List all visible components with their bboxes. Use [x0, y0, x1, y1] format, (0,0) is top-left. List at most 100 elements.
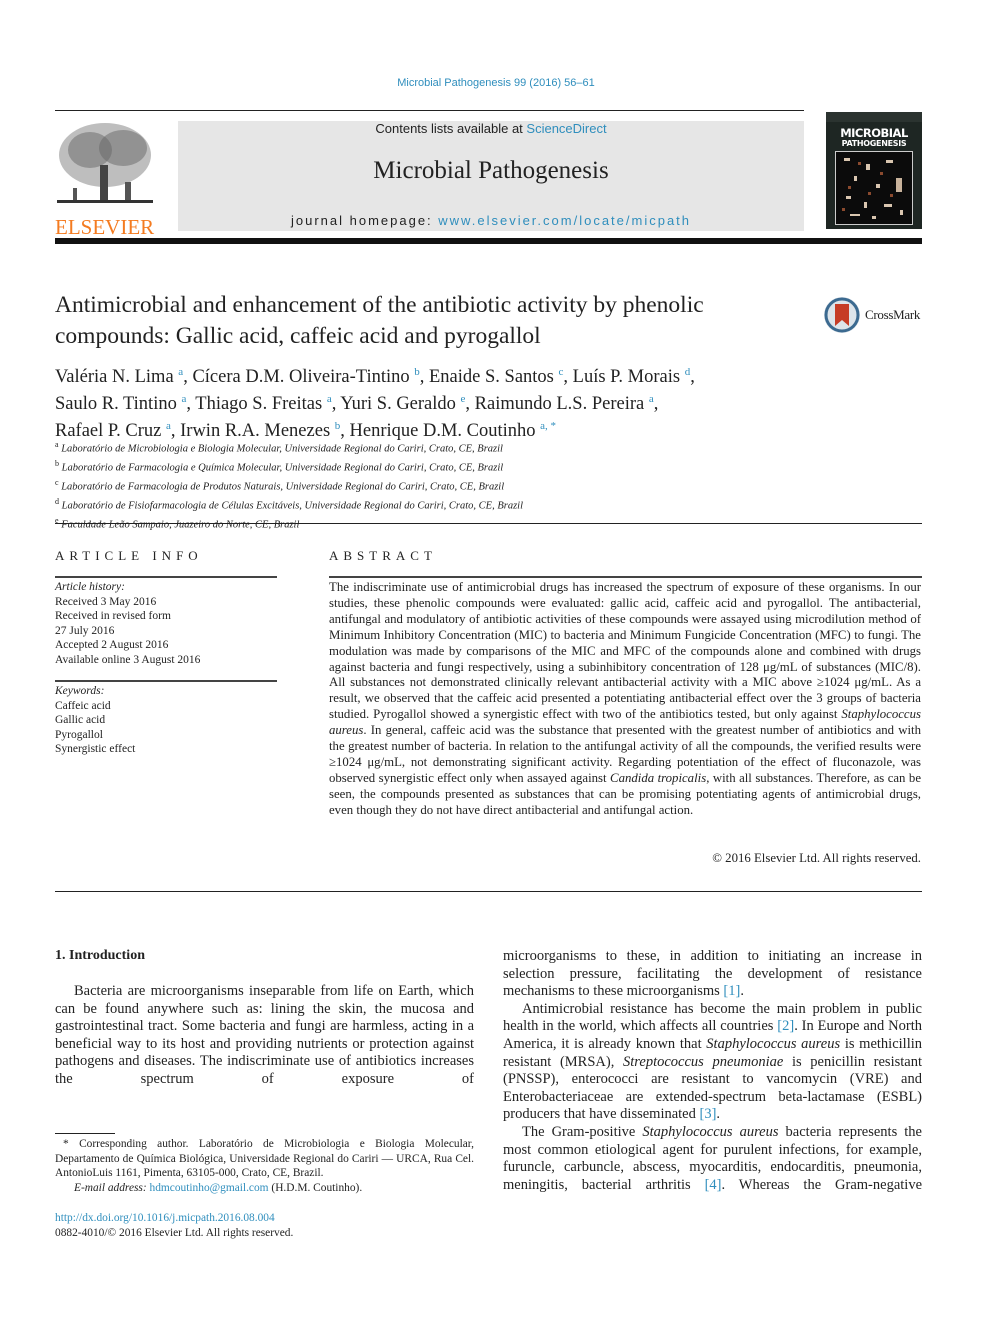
author-name[interactable]: Saulo R. Tintino — [55, 394, 177, 414]
author-line: Saulo R. Tintino a, Thiago S. Freitas a,… — [55, 388, 855, 415]
history-item: 27 July 2016 — [55, 624, 115, 637]
cover-top-band — [826, 112, 922, 122]
homepage-prefix: journal homepage: — [290, 213, 439, 228]
species-name: Staphylococcus aureus — [642, 1123, 779, 1140]
contents-availability: Contents lists available at ScienceDirec… — [178, 121, 804, 136]
divider — [55, 891, 922, 892]
issn-copyright: 0882-4010/© 2016 Elsevier Ltd. All right… — [55, 1227, 294, 1239]
affiliation-text: Laboratório de Fisiofarmacologia de Célu… — [61, 500, 524, 512]
email-label: E-mail address: — [74, 1181, 147, 1194]
copyright-notice: © 2016 Elsevier Ltd. All rights reserved… — [712, 851, 921, 865]
affiliation-text: Laboratório de Microbiologia e Biologia … — [61, 443, 503, 455]
abstract-heading: ABSTRACT — [329, 548, 437, 563]
elsevier-wordmark: ELSEVIER — [55, 215, 155, 239]
affiliation-key: d — [55, 497, 59, 506]
author-name[interactable]: Luís P. Morais — [573, 367, 680, 387]
affiliation-text: Laboratório de Farmacologia de Produtos … — [61, 481, 505, 493]
doi-link[interactable]: http://dx.doi.org/10.1016/j.micpath.2016… — [55, 1212, 275, 1224]
author-line: Valéria N. Lima a, Cícera D.M. Oliveira-… — [55, 361, 855, 388]
species-name: Streptococcus pneumoniae — [623, 1053, 784, 1070]
separator: , — [331, 394, 341, 415]
affiliation-key: b — [55, 459, 59, 468]
sciencedirect-link[interactable]: ScienceDirect — [526, 121, 606, 136]
history-item: Received in revised form — [55, 610, 171, 622]
body-column-right: microorganisms to these, in addition to … — [503, 948, 922, 1194]
cover-micrograph-image — [835, 151, 913, 225]
section-heading-introduction: 1. Introduction — [55, 948, 145, 963]
cover-title-2: PATHOGENESIS — [841, 139, 907, 148]
elsevier-tree-icon — [55, 120, 155, 210]
journal-homepage-link[interactable]: www.elsevier.com/locate/micpath — [438, 213, 691, 228]
author-name[interactable]: Thiago S. Freitas — [195, 394, 322, 414]
title-line: compounds: Gallic acid, caffeic acid and… — [55, 323, 541, 349]
text-segment: The Gram-positive — [522, 1123, 643, 1140]
email-line: E-mail address: hdmcoutinho@gmail.com (H… — [55, 1181, 474, 1196]
affiliation-text: Laboratório de Farmacologia e Química Mo… — [61, 462, 504, 474]
affiliation-marker[interactable]: a, * — [540, 420, 556, 432]
separator: , — [465, 394, 475, 415]
journal-reference-link[interactable]: Microbial Pathogenesis 99 (2016) 56–61 — [0, 77, 992, 89]
separator: , — [653, 394, 659, 415]
history-item: Accepted 2 August 2016 — [55, 639, 169, 651]
separator: , — [563, 367, 573, 388]
article-history: Article history: Received 3 May 2016 Rec… — [55, 580, 200, 667]
contents-prefix: Contents lists available at — [375, 121, 527, 136]
paragraph: The Gram-positive Staphylococcus aureus … — [503, 1124, 922, 1194]
elsevier-logo[interactable]: ELSEVIER — [55, 120, 155, 238]
crossmark-label: CrossMark — [865, 307, 921, 322]
abstract-text: The indiscriminate use of antimicrobial … — [329, 580, 921, 819]
divider — [55, 110, 804, 111]
paragraph: Bacteria are microorganisms inseparable … — [55, 983, 474, 1087]
article-info-heading: ARTICLE INFO — [55, 548, 203, 563]
keyword: Pyrogallol — [55, 728, 103, 741]
abstract-segment: The indiscriminate use of antimicrobial … — [329, 580, 921, 722]
separator: , — [186, 394, 196, 415]
keyword: Gallic acid — [55, 714, 106, 726]
keyword: Synergistic effect — [55, 743, 136, 755]
history-item: Available online 3 August 2016 — [55, 653, 201, 666]
citation-link[interactable]: [1] — [723, 983, 740, 999]
separator: , — [419, 367, 429, 388]
affiliation-text: Faculdade Leão Sampaio, Juazeiro do Nort… — [61, 519, 300, 531]
body-column-left: Bacteria are microorganisms inseparable … — [55, 983, 474, 1089]
footnote-divider — [55, 1133, 115, 1134]
text-segment: microorganisms to these, in addition to … — [503, 948, 922, 1000]
corresponding-author-footnote: * Corresponding author. Laboratório de M… — [55, 1137, 474, 1195]
affiliation-item: d Laboratório de Fisiofarmacologia de Cé… — [55, 495, 755, 514]
article-title: Antimicrobial and enhancement of the ant… — [55, 290, 815, 352]
affiliation-item: c Laboratório de Farmacologia de Produto… — [55, 476, 755, 495]
journal-header-box: Contents lists available at ScienceDirec… — [178, 121, 804, 231]
author-name[interactable]: Enaide S. Santos — [429, 367, 554, 387]
author-name[interactable]: Raimundo L.S. Pereira — [475, 394, 645, 414]
keywords-label: Keywords: — [55, 685, 105, 697]
divider — [55, 576, 277, 578]
citation-link[interactable]: [2] — [777, 1018, 794, 1034]
keyword: Caffeic acid — [55, 699, 111, 712]
journal-homepage: journal homepage: www.elsevier.com/locat… — [178, 213, 804, 228]
footnote-text: * Corresponding author. Laboratório de M… — [55, 1138, 474, 1179]
text-segment: . Whereas the Gram-negative — [721, 1176, 922, 1193]
citation-link[interactable]: [4] — [705, 1177, 722, 1193]
author-name[interactable]: Yuri S. Geraldo — [340, 394, 456, 414]
history-item: Received 3 May 2016 — [55, 595, 157, 608]
author-name[interactable]: Valéria N. Lima — [55, 367, 174, 387]
species-name: Candida tropicalis — [610, 770, 707, 785]
citation-link[interactable]: [3] — [700, 1106, 717, 1122]
affiliation-list: a Laboratório de Microbiologia e Biologi… — [55, 438, 755, 533]
email-link[interactable]: hdmcoutinho@gmail.com — [150, 1182, 269, 1194]
journal-cover-thumbnail[interactable]: MICROBIAL PATHOGENESIS — [826, 112, 922, 229]
affiliation-key: a — [55, 440, 59, 449]
keywords: Keywords: Caffeic acid Gallic acid Pyrog… — [55, 684, 135, 757]
history-label: Article history: — [55, 581, 125, 593]
author-list: Valéria N. Lima a, Cícera D.M. Oliveira-… — [55, 361, 855, 442]
divider — [329, 576, 922, 578]
affiliation-key: c — [55, 478, 59, 487]
crossmark-button[interactable]: CrossMark — [823, 296, 923, 334]
author-name[interactable]: Cícera D.M. Oliveira-Tintino — [192, 367, 409, 387]
title-line: Antimicrobial and enhancement of the ant… — [55, 292, 704, 318]
paragraph: Antimicrobial resistance has become the … — [503, 1000, 922, 1123]
divider — [55, 523, 922, 524]
doi-block: http://dx.doi.org/10.1016/j.micpath.2016… — [55, 1211, 293, 1241]
journal-name: Microbial Pathogenesis — [373, 157, 609, 184]
header-divider — [55, 238, 922, 244]
